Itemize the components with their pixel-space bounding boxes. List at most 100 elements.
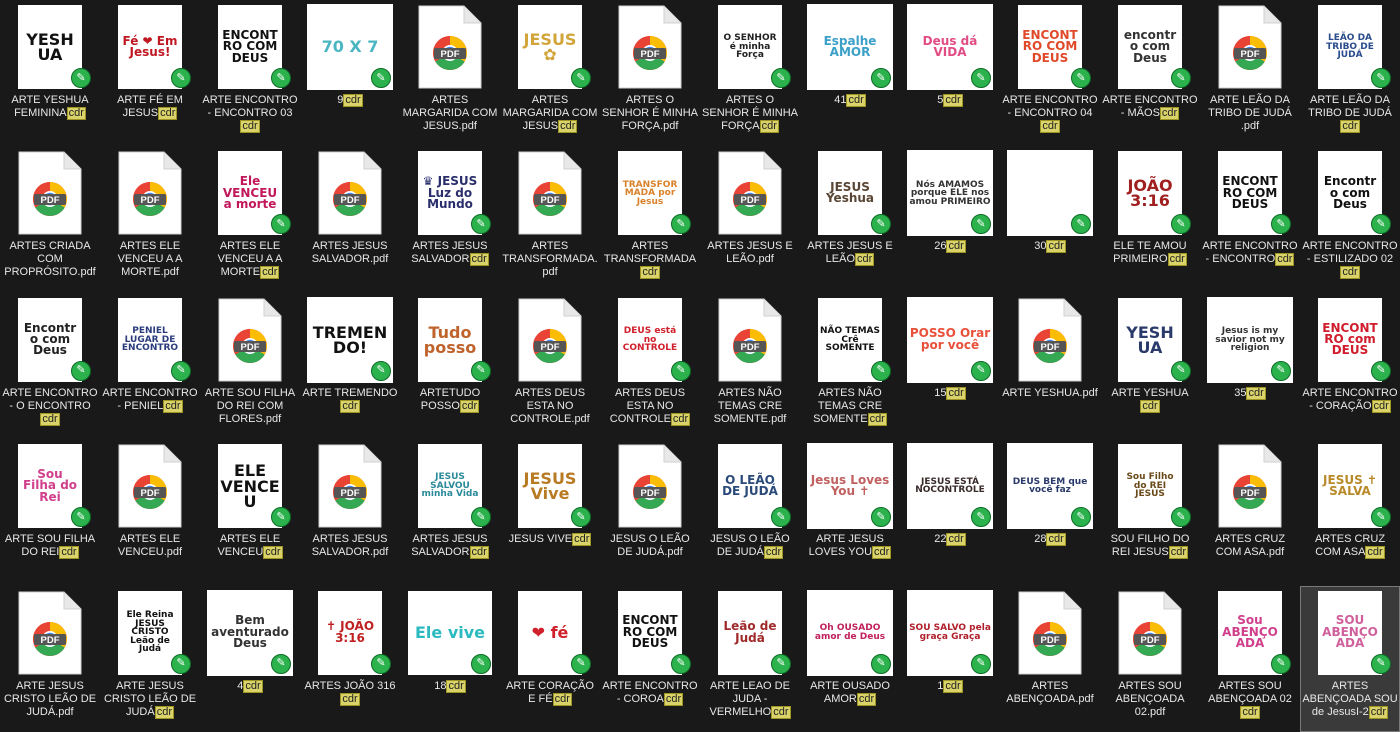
file-item-43[interactable]: Sou Filha do Rei ✎ ARTE SOU FILHA DO REI c…	[0, 439, 100, 585]
file-item-67[interactable]: PDF ARTES ABENÇOADA.pdf	[1000, 586, 1100, 732]
artwork-text: JESUS ✝ SALVA	[1323, 472, 1377, 499]
file-item-20[interactable]: PDF ARTES TRANSFORMADA.pdf	[500, 146, 600, 292]
file-thumbnail: PDF	[1107, 590, 1193, 676]
file-name-text: ARTES JESUS E LEÃO	[807, 240, 893, 266]
pdf-document-icon: PDF	[1018, 298, 1082, 382]
file-item-2[interactable]: Fé ❤ Em Jesus! ✎ ARTE FÉ EM JESUS cdr	[100, 0, 200, 146]
file-item-15[interactable]: PDF ARTES CRIADA COM PROPRÓSITO.pdf	[0, 146, 100, 292]
file-extension-highlight: cdr	[240, 120, 260, 133]
file-thumbnail: Jesus is my savior not my religion ✎	[1207, 296, 1293, 383]
file-item-6[interactable]: JESUS ✿ ✎ ARTES MARGARIDA COM JESUS cdr	[500, 0, 600, 146]
file-item-9[interactable]: Espalhe AMOR ✎ 41 cdr	[800, 0, 900, 146]
file-item-54[interactable]: Sou Filho do REI JESUS ✎ SOU FILHO DO REI…	[1100, 439, 1200, 585]
file-item-25[interactable]: ✎ 30 cdr	[1000, 146, 1100, 292]
file-item-58[interactable]: Ele Reina JESUS CRISTO Leão de Judá ✎ ART…	[100, 586, 200, 732]
file-item-31[interactable]: PDF ARTE SOU FILHA DO REI COM FLORES.pdf	[200, 293, 300, 439]
file-item-17[interactable]: Ele VENCEU a morte ✎ ARTES ELE VENCEU A A…	[200, 146, 300, 292]
file-item-1[interactable]: YESHUA ✎ ARTE YESHUA FEMININA cdr	[0, 0, 100, 146]
file-item-39[interactable]: PDF ARTE YESHUA.pdf	[1000, 293, 1100, 439]
file-item-35[interactable]: DEUS está no CONTROLE ✎ ARTES DEUS ESTA N…	[600, 293, 700, 439]
file-item-68[interactable]: PDF ARTES SOU ABENÇOADA 02.pdf	[1100, 586, 1200, 732]
file-thumbnail: ENCONTRO COM DEUS ✎	[607, 590, 693, 676]
file-item-40[interactable]: YESHUA ✎ ARTE YESHUAcdr	[1100, 293, 1200, 439]
file-item-16[interactable]: PDF ARTES ELE VENCEU A A MORTE.pdf	[100, 146, 200, 292]
file-item-27[interactable]: ENCONTRO COM DEUS ✎ ARTE ENCONTRO - ENCON…	[1200, 146, 1300, 292]
file-item-14[interactable]: LEÃO DA TRIBO DE JUDÁ ✎ ARTE LEÃO DA TRIB…	[1300, 0, 1400, 146]
file-item-52[interactable]: JESUS ESTÁ NOCONTROLE ✎ 22 cdr	[900, 439, 1000, 585]
file-item-13[interactable]: PDF ARTE LEÃO DA TRIBO DE JUDÁ .pdf	[1200, 0, 1300, 146]
file-item-47[interactable]: JESUS SALVOU minha Vida ✎ ARTES JESUS SAL…	[400, 439, 500, 585]
file-thumbnail: JESUS SALVOU minha Vida ✎	[407, 443, 493, 529]
file-item-56[interactable]: JESUS ✝ SALVA ✎ ARTES CRUZ COM ASA cdr	[1300, 439, 1400, 585]
file-item-50[interactable]: O LEÃO DE JUDÁ ✎ JESUS O LEÃO DE JUDÁ cdr	[700, 439, 800, 585]
file-item-28[interactable]: Encontro com Deus ✎ ARTE ENCONTRO - ESTIL…	[1300, 146, 1400, 292]
file-thumbnail: Ele Reina JESUS CRISTO Leão de Judá ✎	[107, 590, 193, 676]
file-name-text: ARTES JOÃO 316	[304, 679, 396, 692]
file-item-32[interactable]: TREMEN DO! ✎ ARTE TREMENDOcdr	[300, 293, 400, 439]
file-item-34[interactable]: PDF ARTES DEUS ESTA NO CONTROLE.pdf	[500, 293, 600, 439]
artwork-text: Tudo posso	[423, 322, 477, 357]
file-item-41[interactable]: Jesus is my savior not my religion ✎ 35 cd…	[1200, 293, 1300, 439]
file-item-23[interactable]: JESUS Yeshua ✎ ARTES JESUS E LEÃO cdr	[800, 146, 900, 292]
file-name-text: 30	[1034, 240, 1047, 253]
artwork-text	[1048, 191, 1052, 195]
file-item-65[interactable]: Oh OUSADO amor de Deus ✎ ARTE OUSADO AMOR…	[800, 586, 900, 732]
file-item-64[interactable]: Leão de Judá ✎ ARTE LEAO DE JUDA - VERMEL…	[700, 586, 800, 732]
file-thumbnail: ♛ JESUS Luz do Mundo ✎	[407, 150, 493, 236]
file-item-55[interactable]: PDF ARTES CRUZ COM ASA.pdf	[1200, 439, 1300, 585]
file-item-66[interactable]: SOU SALVO pela graça Graça ✎ 1 cdr	[900, 586, 1000, 732]
artwork-text: ELE VENCEU	[220, 461, 280, 511]
file-extension-highlight: cdr	[1246, 386, 1266, 400]
file-item-70[interactable]: SOU ABENÇOADA ✎ ARTES ABENÇOADA SOU de Je…	[1300, 585, 1400, 732]
file-item-29[interactable]: Encontro com Deus ✎ ARTE ENCONTRO - O ENC…	[0, 293, 100, 439]
file-item-46[interactable]: PDF ARTES JESUS SALVADOR.pdf	[300, 439, 400, 585]
file-name-text: ARTES O SENHOR É MINHA FORÇA.pdf	[602, 94, 698, 132]
file-thumbnail: JESUS Vive ✎	[507, 443, 593, 529]
file-item-37[interactable]: NÃO TEMAS Crê SOMENTE ✎ ARTES NÃO TEMAS C…	[800, 293, 900, 439]
file-item-63[interactable]: ENCONTRO COM DEUS ✎ ARTE ENCONTRO - COROA…	[600, 586, 700, 732]
file-item-61[interactable]: Ele vive ✎ 18 cdr	[400, 586, 500, 732]
file-item-3[interactable]: ENCONTRO COM DEUS ✎ ARTE ENCONTRO - ENCON…	[200, 0, 300, 146]
file-name-text: ARTE ENCONTRO - O ENCONTRO	[2, 386, 98, 412]
file-item-8[interactable]: O SENHOR é minha Força ✎ ARTES O SENHOR É…	[700, 0, 800, 146]
file-name-text: ARTES JESUS E LEÃO.pdf	[707, 240, 793, 266]
file-item-5[interactable]: PDF ARTES MARGARIDA COM JESUS.pdf	[400, 0, 500, 146]
file-item-45[interactable]: ELE VENCEU ✎ ARTES ELE VENCEU cdr	[200, 439, 300, 585]
file-thumbnail: ENCONTRO com DEUS ✎	[1307, 297, 1393, 383]
file-item-10[interactable]: Deus dá VIDA ✎ 5 cdr	[900, 0, 1000, 146]
file-item-18[interactable]: PDF ARTES JESUS SALVADOR.pdf	[300, 146, 400, 292]
file-name-text: ARTE ENCONTRO - ESTILIZADO 02	[1302, 240, 1398, 266]
file-item-48[interactable]: JESUS Vive ✎ JESUS VIVE cdr	[500, 439, 600, 585]
file-name-label: 35 cdr	[1202, 386, 1298, 400]
file-item-60[interactable]: ✝ JOÃO 3:16 ✎ ARTES JOÃO 316cdr	[300, 586, 400, 732]
file-item-19[interactable]: ♛ JESUS Luz do Mundo ✎ ARTES JESUS SALVAD…	[400, 146, 500, 292]
pdf-document-icon: PDF	[618, 5, 682, 89]
file-item-33[interactable]: Tudo posso ✎ ARTETUDO POSSO cdr	[400, 293, 500, 439]
file-item-7[interactable]: PDF ARTES O SENHOR É MINHA FORÇA.pdf	[600, 0, 700, 146]
file-item-59[interactable]: Bem aventurado Deus ✎ 4 cdr	[200, 586, 300, 732]
file-extension-highlight: cdr	[340, 692, 360, 706]
file-item-24[interactable]: Nós AMAMOS porque ELE nos amou PRIMEIRO ✎…	[900, 146, 1000, 292]
file-item-11[interactable]: ENCONTRO COM DEUS ✎ ARTE ENCONTRO - ENCON…	[1000, 0, 1100, 146]
file-item-22[interactable]: PDF ARTES JESUS E LEÃO.pdf	[700, 146, 800, 292]
file-item-62[interactable]: ❤ fé ✎ ARTE CORAÇÃO E FÉ cdr	[500, 586, 600, 732]
file-name-text: ARTE YESHUA.pdf	[1002, 386, 1098, 399]
file-extension-highlight: cdr	[663, 692, 684, 706]
file-item-4[interactable]: 70 X 7 ✎ 9 cdr	[300, 0, 400, 146]
file-item-21[interactable]: TRANSFORMADA por Jesus ✎ ARTES TRANSFORMA…	[600, 146, 700, 292]
file-item-42[interactable]: ENCONTRO com DEUS ✎ ARTE ENCONTRO - CORAÇ…	[1300, 293, 1400, 439]
file-item-30[interactable]: PENIEL LUGAR DE ENCONTRO ✎ ARTE ENCONTRO …	[100, 293, 200, 439]
svg-text:PDF: PDF	[541, 195, 560, 206]
file-item-44[interactable]: PDF ARTES ELE VENCEU.pdf	[100, 439, 200, 585]
file-item-38[interactable]: POSSO Orar por você ✎ 15 cdr	[900, 293, 1000, 439]
file-name-label: ARTES NÃO TEMAS CRE SOMENTE.pdf	[702, 387, 798, 426]
file-item-51[interactable]: Jesus Loves You ✝ ✎ ARTE JESUS LOVES YOU c…	[800, 439, 900, 585]
file-item-26[interactable]: JOÃO 3:16 ✎ ELE TE AMOU PRIMEIRO cdr	[1100, 146, 1200, 292]
file-item-49[interactable]: PDF JESUS O LEÃO DE JUDÁ.pdf	[600, 439, 700, 585]
file-item-36[interactable]: PDF ARTES NÃO TEMAS CRE SOMENTE.pdf	[700, 293, 800, 439]
file-item-57[interactable]: PDF ARTE JESUS CRISTO LEÃO DE JUDÁ.pdf	[0, 586, 100, 732]
file-item-53[interactable]: DEUS BEM que você faz ✎ 28 cdr	[1000, 439, 1100, 585]
file-item-69[interactable]: Sou ABENÇOADA ✎ ARTES SOU ABENÇOADA 02cdr	[1200, 586, 1300, 732]
file-name-label: ARTE TREMENDOcdr	[302, 387, 398, 413]
file-item-12[interactable]: encontro com Deus ✎ ARTE ENCONTRO - MÃOS c…	[1100, 0, 1200, 146]
